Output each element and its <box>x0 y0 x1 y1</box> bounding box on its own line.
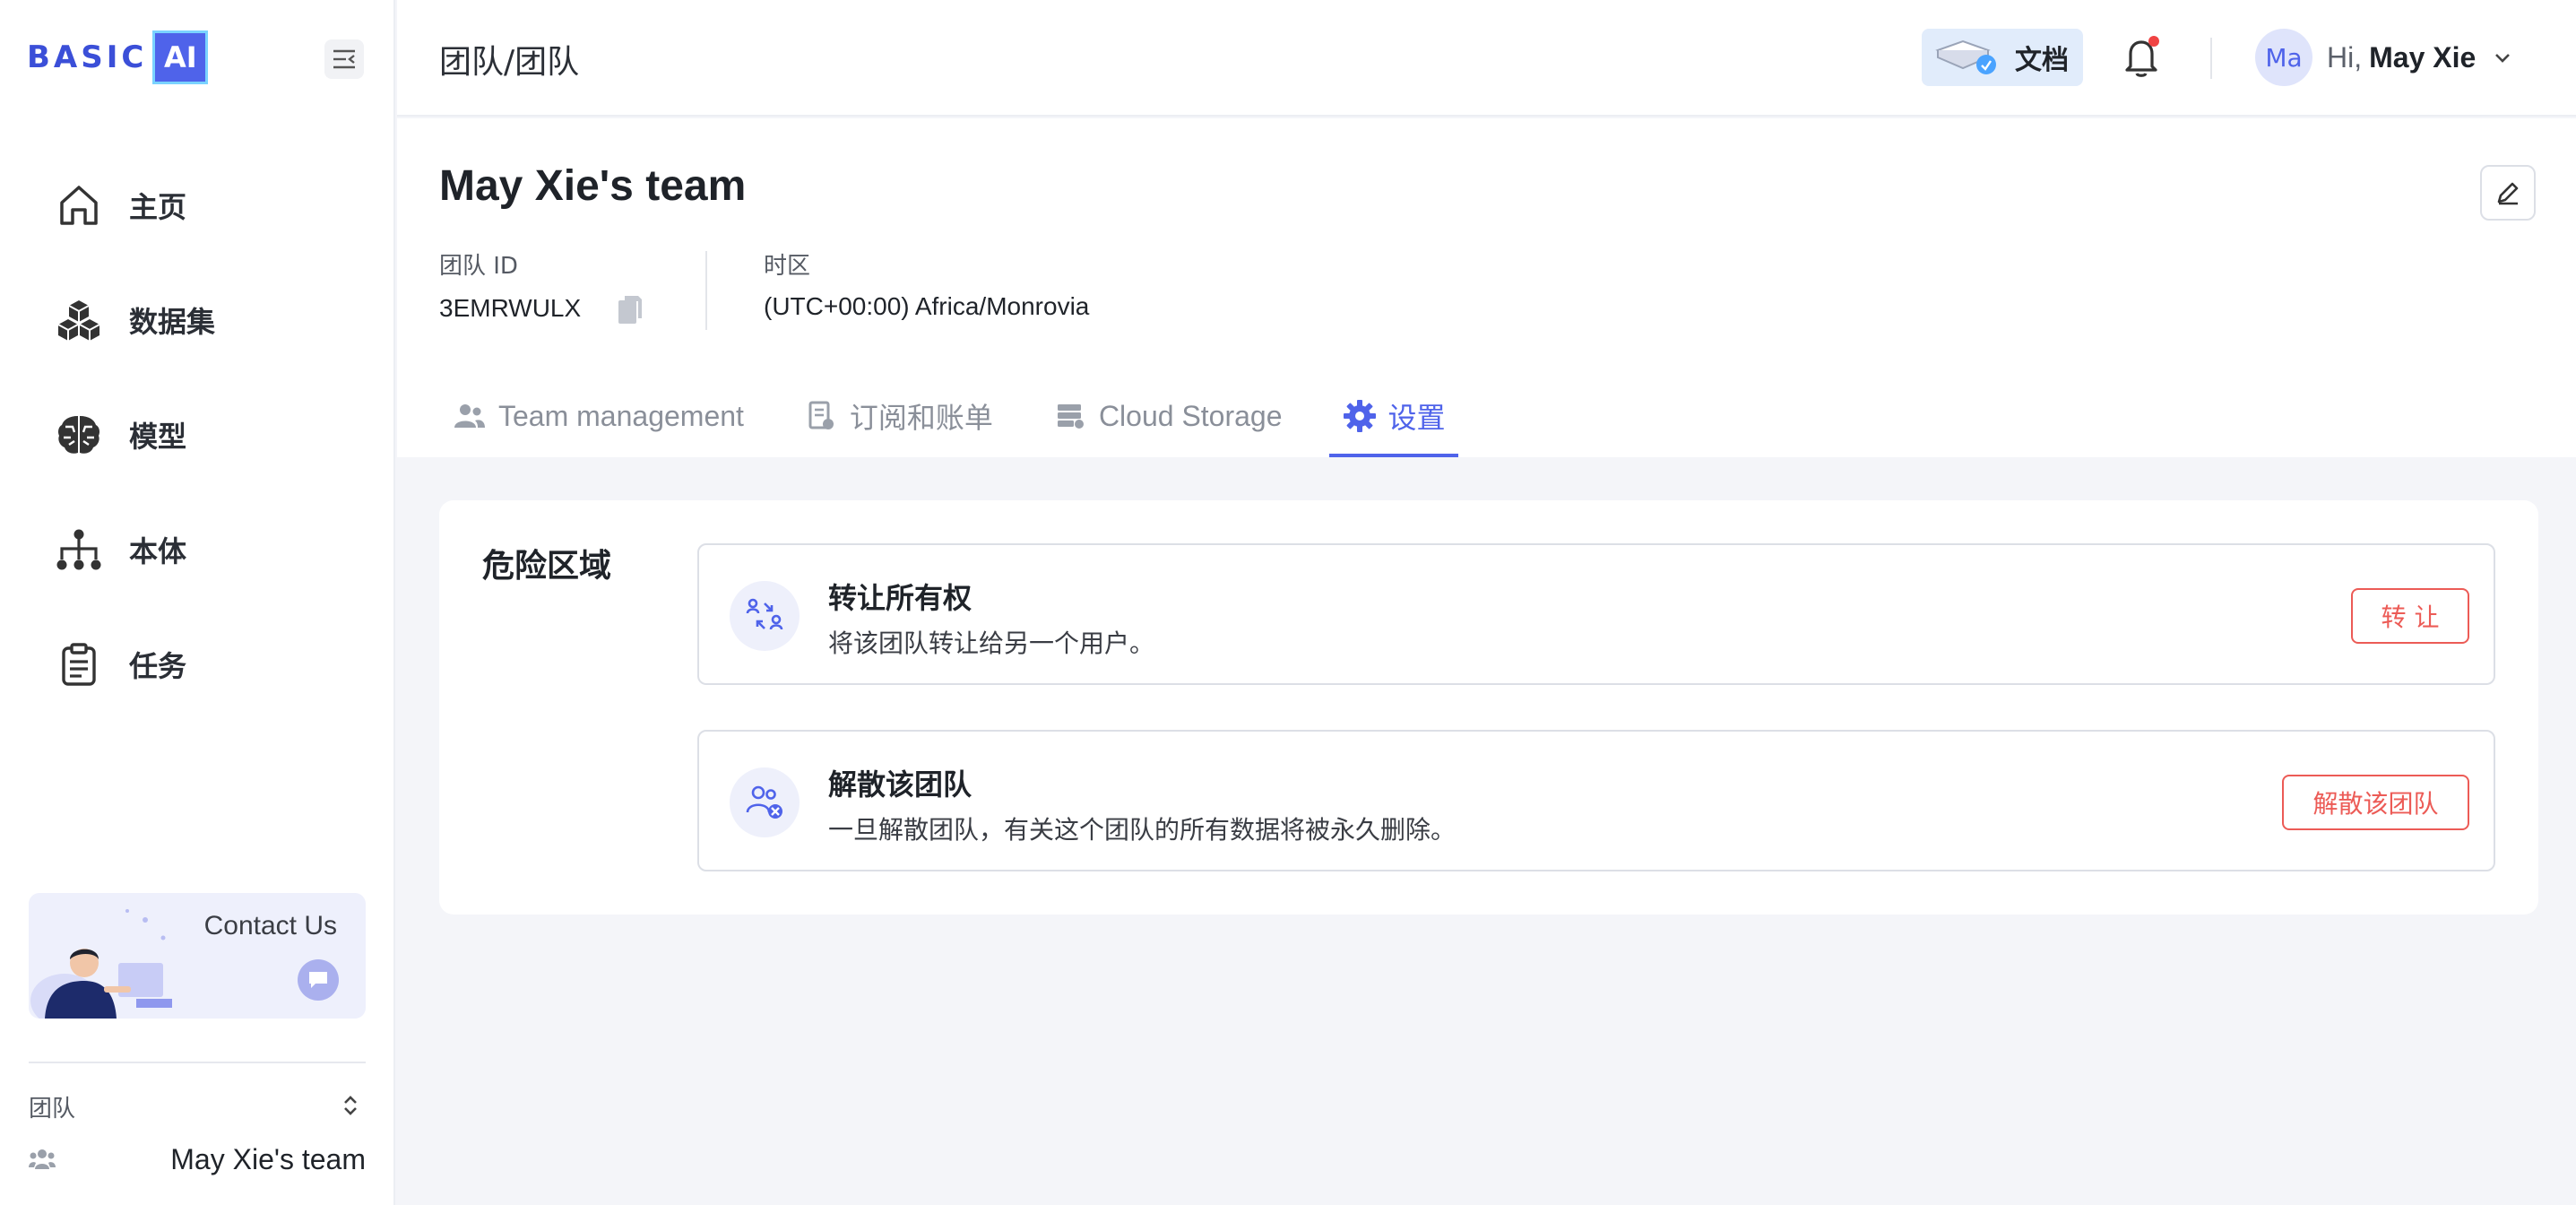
tab-bar: Team management 订阅和账单 Cloud Storage 设置 <box>439 375 1492 457</box>
logo-text: BASIC <box>27 39 148 75</box>
team-icon <box>452 398 488 434</box>
sidebar-item-label: 任务 <box>129 649 187 683</box>
logo-badge: AI <box>152 30 209 84</box>
timezone-value: (UTC+00:00) Africa/Monrovia <box>764 292 1090 320</box>
transfer-description: 将该团队转让给另一个用户。 <box>828 629 1155 658</box>
avatar: Ma <box>2255 29 2312 86</box>
chevron-down-icon <box>2494 51 2511 64</box>
dissolve-team-button[interactable]: 解散该团队 <box>2282 775 2469 830</box>
top-bar: 团队/团队 文档 Ma Hi, May Xie <box>397 0 2576 117</box>
team-caption: 团队 <box>29 1096 76 1123</box>
sidebar-item-ontology[interactable]: 本体 <box>0 492 395 607</box>
notifications-button[interactable] <box>2116 32 2166 82</box>
current-team[interactable]: May Xie's team <box>29 1139 366 1180</box>
clipboard-icon <box>54 639 104 689</box>
team-name: May Xie's team <box>170 1142 366 1175</box>
transfer-button[interactable]: 转 让 <box>2351 588 2469 644</box>
brain-icon <box>54 410 104 460</box>
billing-icon <box>803 398 839 434</box>
logo[interactable]: BASIC AI <box>27 29 209 86</box>
storage-icon <box>1052 398 1088 434</box>
tab-label: 订阅和账单 <box>849 402 993 434</box>
dissolve-title: 解散该团队 <box>828 767 972 802</box>
gear-icon <box>1342 398 1378 434</box>
docs-button[interactable]: 文档 <box>1922 29 2083 86</box>
book-icon <box>1935 39 1996 74</box>
copy-team-id-button[interactable] <box>612 292 648 328</box>
dissolve-description: 一旦解散团队，有关这个团队的所有数据将被永久删除。 <box>828 815 1457 845</box>
team-icon <box>29 1149 56 1169</box>
page-title: May Xie's team <box>439 162 747 210</box>
tab-cloud-storage[interactable]: Cloud Storage <box>1040 375 1295 457</box>
user-name: May Xie <box>2369 40 2477 74</box>
sidebar-item-home[interactable]: 主页 <box>0 148 395 263</box>
tab-team-management[interactable]: Team management <box>439 375 756 457</box>
home-icon <box>54 180 104 230</box>
collapse-icon <box>333 49 355 69</box>
topbar-divider <box>2210 38 2212 79</box>
chat-icon <box>298 959 339 1001</box>
edit-team-button[interactable] <box>2480 165 2536 221</box>
meta-divider <box>705 251 707 330</box>
team-switch-icon[interactable] <box>337 1090 364 1121</box>
transfer-title: 转让所有权 <box>828 581 972 615</box>
tab-label: Team management <box>498 399 744 432</box>
sidebar-item-label: 本体 <box>129 534 187 568</box>
danger-zone-title: 危险区域 <box>482 548 612 585</box>
transfer-icon <box>730 581 800 651</box>
tab-label: Cloud Storage <box>1098 399 1283 432</box>
tab-billing[interactable]: 订阅和账单 <box>791 375 1006 457</box>
greeting: Hi, <box>2327 40 2363 74</box>
sidebar-item-label: 模型 <box>129 420 187 454</box>
sidebar-nav: 主页 数据集 模型 本体 任务 <box>0 148 395 722</box>
docs-label: 文档 <box>2015 45 2069 76</box>
team-id-value: 3EMRWULX <box>439 294 582 322</box>
tab-settings[interactable]: 设置 <box>1328 375 1458 457</box>
tab-label: 设置 <box>1387 402 1446 434</box>
user-menu[interactable]: Ma Hi, May Xie <box>2255 29 2511 86</box>
danger-zone-card: 危险区域 转让所有权 将该团队转让给另一个用户。 转 让 解散该团队 一旦解散团… <box>439 500 2538 915</box>
team-id-label: 团队 ID <box>439 253 518 280</box>
breadcrumb: 团队/团队 <box>439 44 580 81</box>
timezone-label: 时区 <box>764 253 811 280</box>
sidebar-item-models[interactable]: 模型 <box>0 377 395 492</box>
support-agent-illustration <box>30 909 172 1019</box>
team-header: May Xie's team 团队 ID 3EMRWULX 时区 (UTC+00… <box>397 118 2576 457</box>
dissolve-team-icon <box>730 767 800 837</box>
sidebar-item-tasks[interactable]: 任务 <box>0 607 395 722</box>
contact-us-label: Contact Us <box>203 911 337 941</box>
transfer-ownership-row: 转让所有权 将该团队转让给另一个用户。 转 让 <box>697 543 2495 685</box>
sidebar-item-label: 数据集 <box>129 305 216 339</box>
contact-us-card[interactable]: Contact Us <box>29 893 366 1019</box>
collapse-sidebar-button[interactable] <box>324 39 364 79</box>
dissolve-team-row: 解散该团队 一旦解散团队，有关这个团队的所有数据将被永久删除。 解散该团队 <box>697 730 2495 871</box>
sidebar-item-label: 主页 <box>129 190 187 224</box>
hierarchy-icon <box>54 524 104 575</box>
sidebar-item-datasets[interactable]: 数据集 <box>0 263 395 377</box>
notification-dot <box>2148 36 2159 47</box>
cubes-icon <box>54 295 104 345</box>
sidebar: BASIC AI 主页 数据集 模型 本体 任务 Contact Us 团队 M… <box>0 0 395 1205</box>
pencil-icon <box>2497 182 2519 205</box>
copy-icon <box>618 296 642 324</box>
sidebar-divider <box>29 1062 366 1063</box>
